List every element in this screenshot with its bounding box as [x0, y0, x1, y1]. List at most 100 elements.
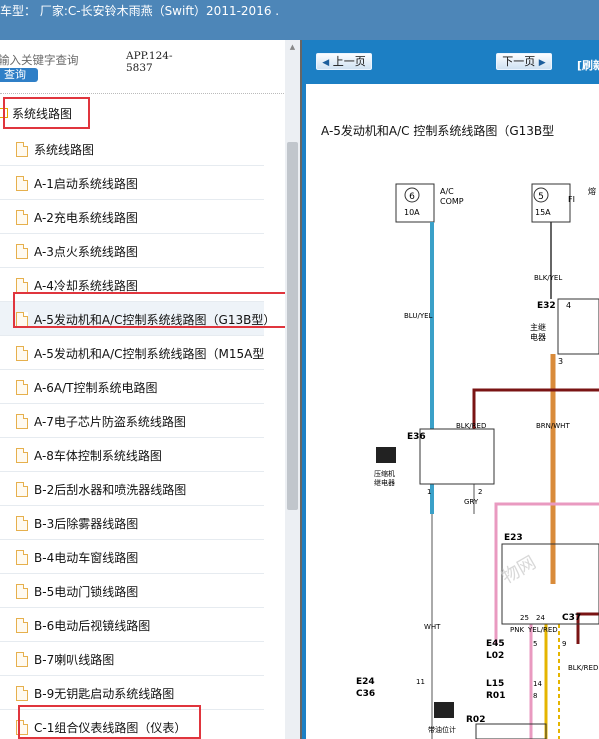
- title-bar: 车型： 厂家:C-长安铃木雨燕（Swift）2011-2016 .: [0, 0, 599, 40]
- label-pnk: PNK: [510, 626, 524, 634]
- document-icon: [16, 142, 28, 157]
- e32-name-2: 电器: [530, 332, 546, 342]
- document-icon: [16, 482, 28, 497]
- wire-blk-red-right: [576, 612, 599, 644]
- tree-item[interactable]: A-2充电系统线路图: [0, 200, 264, 234]
- label-wht: WHT: [424, 623, 441, 631]
- e45-label: E45: [486, 639, 505, 649]
- document-icon: [16, 686, 28, 701]
- label-blk-red: BLK/RED: [456, 422, 486, 430]
- fuse-6-amp: 10A: [404, 208, 420, 217]
- fuel-gauge-icon: [434, 702, 454, 718]
- tree-item-label: A-8车体控制系统线路图: [34, 449, 162, 463]
- r01-label: R01: [486, 691, 505, 701]
- document-icon: [16, 584, 28, 599]
- label-blu-yel: BLU/YEL: [404, 312, 433, 320]
- tree-item-label: B-6电动后视镜线路图: [34, 619, 151, 633]
- pin-14: 14: [533, 680, 542, 688]
- relay-e36: [419, 428, 495, 485]
- tree-item[interactable]: B-6电动后视镜线路图: [0, 608, 264, 642]
- fuse-5: 5 15A FI 熔: [531, 183, 596, 223]
- tree-item[interactable]: B-4电动车窗线路图: [0, 540, 264, 574]
- document-icon: [16, 618, 28, 633]
- tree-item[interactable]: B-3后除雾器线路图: [0, 506, 264, 540]
- tree-item[interactable]: A-7电子芯片防盗系统线路图: [0, 404, 264, 438]
- l15-label: L15: [486, 679, 504, 689]
- sensor-r02: [475, 723, 547, 739]
- document-icon: [16, 448, 28, 463]
- document-icon: [16, 346, 28, 361]
- fuse-5-extra: 熔: [588, 186, 596, 196]
- e36-label: E36: [407, 432, 426, 442]
- divider: [0, 93, 284, 94]
- scrollbar-thumb[interactable]: [287, 142, 298, 510]
- tree-item[interactable]: A-1启动系统线路图: [0, 166, 264, 200]
- l02-label: L02: [486, 651, 504, 661]
- next-page-button[interactable]: 下一页 ▶: [496, 53, 552, 70]
- diagram-viewer: ◀ 上一页 下一页 ▶ [刷新 A-5发动机和A/C 控制系统线路图（G13B型…: [300, 40, 599, 739]
- app-version: APP.124-5837: [126, 50, 173, 74]
- pin-8: 8: [533, 692, 537, 700]
- scrollbar[interactable]: ▲: [285, 40, 300, 739]
- scroll-up-arrow-icon[interactable]: ▲: [285, 42, 300, 52]
- arrow-left-icon: ◀: [322, 58, 330, 68]
- e32-label: E32: [537, 301, 556, 311]
- label-brn-wht: BRN/WHT: [536, 422, 570, 430]
- tree-item-label: A-1启动系统线路图: [34, 177, 138, 191]
- r02-name: 带油位计: [428, 725, 456, 734]
- e24-label: E24: [356, 677, 375, 687]
- tree-item-label: A-2充电系统线路图: [34, 211, 138, 225]
- fuse-6: 6 10A A/C COMP: [395, 183, 464, 223]
- diagram-page[interactable]: A-5发动机和A/C 控制系统线路图（G13B型 6 10A A/C COMP …: [306, 84, 599, 739]
- e32-pin-3: 3: [558, 357, 563, 366]
- fuse-6-name-1: A/C: [440, 187, 454, 196]
- document-icon: [16, 244, 28, 259]
- refresh-link[interactable]: [刷新: [577, 57, 599, 73]
- label-gry: GRY: [464, 498, 479, 506]
- fuse-6-number: 6: [409, 192, 415, 202]
- tree-item-label: B-3后除雾器线路图: [34, 517, 139, 531]
- pin-5: 5: [533, 640, 537, 648]
- tree-item-label: A-7电子芯片防盗系统线路图: [34, 415, 186, 429]
- last-item-highlight-box: [18, 705, 201, 739]
- label-yel-red: YEL/RED: [527, 626, 558, 634]
- r02-label: R02: [466, 715, 485, 725]
- tree-item-label: 系统线路图: [34, 143, 95, 157]
- tree-item[interactable]: A-3点火系统线路图: [0, 234, 264, 268]
- e36-name-1: 压缩机: [374, 469, 395, 478]
- tree-item[interactable]: A-5发动机和A/C控制系统线路图（M15A型: [0, 336, 264, 370]
- document-icon: [16, 652, 28, 667]
- prev-page-label: 上一页: [332, 55, 366, 68]
- relay-icon: [376, 447, 396, 463]
- c37-label: C37: [562, 613, 581, 623]
- e36-name-2: 继电器: [374, 478, 395, 487]
- tree-item[interactable]: B-5电动门锁线路图: [0, 574, 264, 608]
- search-button[interactable]: 查询: [0, 68, 38, 82]
- document-icon: [16, 380, 28, 395]
- tree-item-label: A-6A/T控制系统电路图: [34, 381, 158, 395]
- e32-pin-4: 4: [566, 301, 571, 310]
- tree-item-label: B-7喇叭线路图: [34, 653, 115, 667]
- tree-item[interactable]: A-8车体控制系统线路图: [0, 438, 264, 472]
- search-input[interactable]: [0, 52, 116, 68]
- pin-25: 25: [520, 614, 529, 622]
- document-icon: [16, 176, 28, 191]
- wire-blk-red-top: [472, 388, 599, 400]
- tree-item-label: B-2后刮水器和喷洗器线路图: [34, 483, 187, 497]
- tree-item[interactable]: A-6A/T控制系统电路图: [0, 370, 264, 404]
- tree-item[interactable]: B-2后刮水器和喷洗器线路图: [0, 472, 264, 506]
- document-icon: [16, 550, 28, 565]
- document-icon: [16, 278, 28, 293]
- prev-page-button[interactable]: ◀ 上一页: [316, 53, 372, 70]
- tree-item[interactable]: B-7喇叭线路图: [0, 642, 264, 676]
- tree-item-label: A-3点火系统线路图: [34, 245, 138, 259]
- selected-highlight-box: [13, 292, 291, 328]
- tree-item-label: A-5发动机和A/C控制系统线路图（M15A型: [34, 347, 265, 361]
- label-blk-red-2: BLK/RED: [568, 664, 598, 672]
- pin-24: 24: [536, 614, 545, 622]
- tree-item-label: B-9无钥匙启动系统线路图: [34, 687, 175, 701]
- document-icon: [16, 516, 28, 531]
- tree-item[interactable]: 系统线路图: [0, 132, 264, 166]
- e36-pin-1: 1: [427, 488, 431, 496]
- pin-9: 9: [562, 640, 566, 648]
